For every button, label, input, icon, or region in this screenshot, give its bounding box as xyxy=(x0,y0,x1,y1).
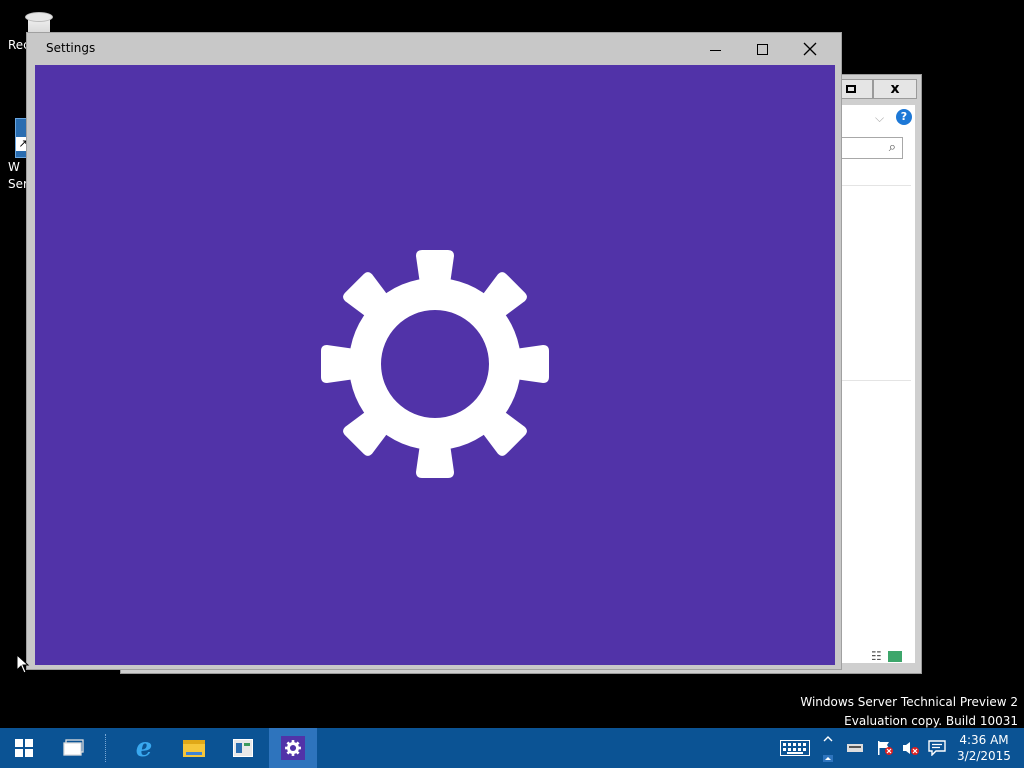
show-hidden-icons-button[interactable] xyxy=(818,728,838,768)
task-view-button[interactable] xyxy=(50,728,98,768)
clock-time: 4:36 AM xyxy=(959,733,1009,747)
minimize-button[interactable] xyxy=(692,33,738,65)
window-title: Settings xyxy=(46,41,96,55)
ie-icon: e xyxy=(135,733,153,763)
close-button[interactable] xyxy=(787,33,833,65)
bg-close-button[interactable]: x xyxy=(873,79,917,99)
gear-icon xyxy=(321,250,549,478)
view-toggle[interactable]: ☷ xyxy=(871,649,902,663)
close-icon xyxy=(803,42,817,56)
action-center-flag-button[interactable] xyxy=(873,728,897,768)
search-icon: ⌕ xyxy=(888,140,896,155)
message-icon xyxy=(928,740,946,756)
system-clock[interactable]: 4:36 AM 3/2/2015 xyxy=(950,732,1018,764)
minimize-icon xyxy=(709,49,721,51)
speaker-muted-icon xyxy=(903,742,919,755)
settings-taskbar-button[interactable] xyxy=(269,728,317,768)
server-manager-icon xyxy=(233,739,253,757)
network-icon xyxy=(847,744,863,752)
tiles-view-icon[interactable] xyxy=(887,651,902,662)
watermark-line-1: Windows Server Technical Preview 2 xyxy=(800,695,1018,709)
volume-button[interactable] xyxy=(899,728,923,768)
divider xyxy=(839,380,911,381)
details-view-icon[interactable]: ☷ xyxy=(871,649,882,663)
windows-logo-icon xyxy=(15,739,33,757)
divider xyxy=(839,185,911,186)
settings-taskbar-tile xyxy=(281,736,305,760)
gear-icon xyxy=(285,740,301,756)
maximize-icon xyxy=(756,43,768,55)
title-bar[interactable]: Settings xyxy=(27,33,841,65)
taskbar-separator xyxy=(105,734,106,762)
touch-keyboard-button[interactable] xyxy=(778,728,812,768)
chevron-down-icon[interactable]: ⌵ xyxy=(875,111,884,126)
start-button[interactable] xyxy=(0,728,48,768)
network-button[interactable] xyxy=(843,728,867,768)
task-view-icon xyxy=(63,739,84,756)
splash-screen xyxy=(35,65,835,665)
maximize-button[interactable] xyxy=(739,33,785,65)
bg-window-content: ⌵ ? ⌕ ☷ xyxy=(835,105,915,663)
chevron-up-icon xyxy=(823,736,833,762)
notifications-button[interactable] xyxy=(925,728,949,768)
server-manager-button[interactable] xyxy=(219,728,267,768)
flag-error-icon xyxy=(878,741,893,755)
help-icon[interactable]: ? xyxy=(896,109,912,125)
clock-date: 3/2/2015 xyxy=(957,749,1011,763)
taskbar: e 4:36 AM 3/2/2015 xyxy=(0,728,1024,768)
settings-window[interactable]: Settings xyxy=(26,32,842,670)
bg-search-input[interactable]: ⌕ xyxy=(835,137,903,159)
mouse-cursor-icon xyxy=(16,654,30,674)
folder-icon xyxy=(183,739,205,757)
internet-explorer-button[interactable]: e xyxy=(120,728,168,768)
file-explorer-button[interactable] xyxy=(170,728,218,768)
keyboard-icon xyxy=(780,740,810,756)
evaluation-watermark: Windows Server Technical Preview 2 Evalu… xyxy=(800,693,1018,731)
